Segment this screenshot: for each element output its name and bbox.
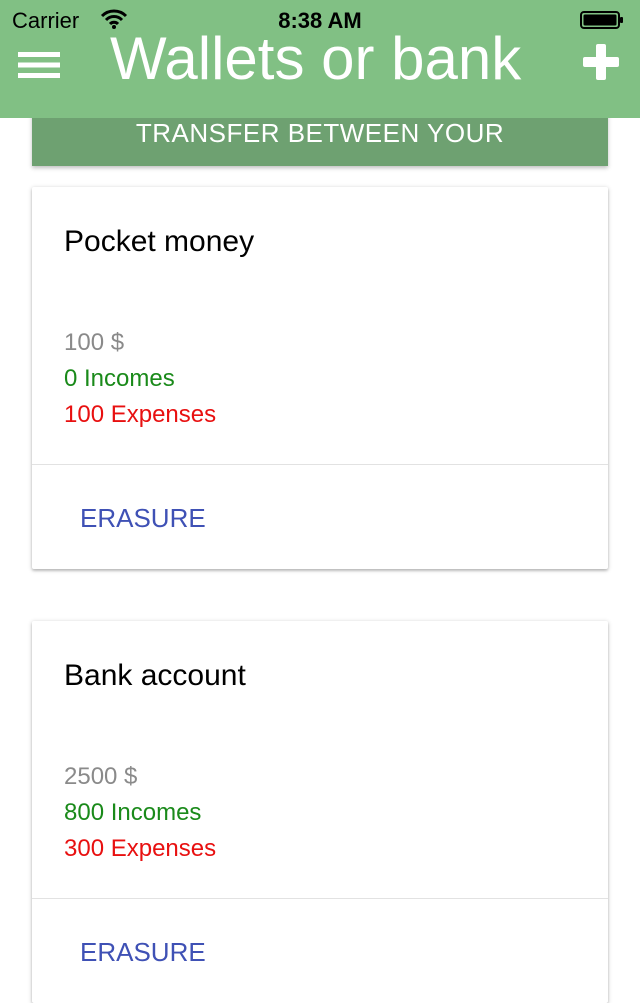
account-card: Pocket money 100 $ 0 Incomes 100 Expense…: [32, 187, 608, 569]
erasure-button[interactable]: ERASURE: [80, 503, 206, 534]
erasure-button[interactable]: ERASURE: [80, 937, 206, 968]
account-name: Pocket money: [64, 225, 255, 258]
account-incomes: 0 Incomes: [64, 365, 175, 392]
card-divider: [32, 464, 608, 465]
page-title: Wallets or bank: [110, 25, 522, 92]
account-expenses: 300 Expenses: [64, 835, 217, 862]
account-balance: 2500 $: [64, 763, 138, 790]
account-expenses: 100 Expenses: [64, 401, 217, 428]
hamburger-menu-icon[interactable]: [18, 52, 60, 78]
account-balance: 100 $: [64, 329, 125, 356]
transfer-button-label: TRANSFER BETWEEN YOUR: [135, 118, 505, 148]
card-divider: [32, 898, 608, 899]
app-header: Carrier 8:38 AM Wallets or bank: [0, 0, 640, 118]
account-name: Bank account: [64, 659, 246, 692]
account-card: Bank account 2500 $ 800 Incomes 300 Expe…: [32, 621, 608, 1003]
battery-icon: [580, 11, 623, 29]
account-incomes: 800 Incomes: [64, 799, 202, 826]
plus-icon[interactable]: [580, 44, 622, 80]
